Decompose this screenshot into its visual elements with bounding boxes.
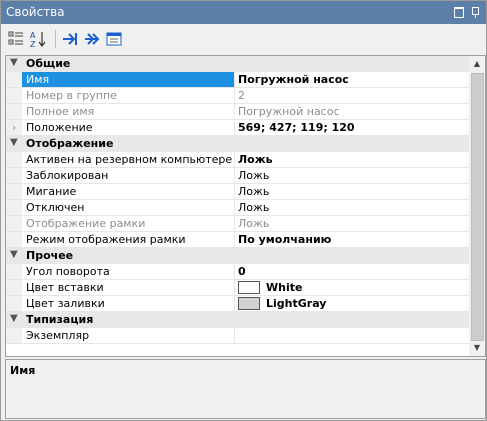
category-typing[interactable]: ▼ Типизация <box>6 312 469 328</box>
property-value[interactable]: LightGray <box>266 297 466 310</box>
scroll-thumb[interactable] <box>471 73 484 341</box>
categorized-icon[interactable] <box>7 30 25 48</box>
category-general[interactable]: ▼ Общие <box>6 56 469 72</box>
property-name: Заблокирован <box>26 169 109 182</box>
category-label: Отображение <box>26 137 114 150</box>
property-value[interactable]: 0 <box>238 265 466 278</box>
property-row-insert-color[interactable]: Цвет вставки White <box>6 280 469 296</box>
property-pages-icon[interactable] <box>105 30 123 48</box>
description-panel: Имя <box>5 359 486 419</box>
pin-icon[interactable] <box>470 6 482 18</box>
property-row-disabled[interactable]: Отключен Ложь <box>6 200 469 216</box>
property-value[interactable]: Ложь <box>238 201 466 214</box>
property-value[interactable]: По умолчанию <box>238 233 466 246</box>
scroll-up-icon[interactable]: ▲ <box>469 56 485 72</box>
color-swatch <box>238 281 260 294</box>
property-name: Режим отображения рамки <box>26 233 186 246</box>
property-row-frame-display[interactable]: Отображение рамки Ложь <box>6 216 469 232</box>
chevron-down-icon[interactable]: ▼ <box>10 57 18 68</box>
sort-alpha-icon[interactable]: A Z <box>29 30 47 48</box>
property-row-position[interactable]: › Положение 569; 427; 119; 120 <box>6 120 469 136</box>
color-swatch <box>238 297 260 310</box>
property-row-rotation[interactable]: Угол поворота 0 <box>6 264 469 280</box>
chevron-down-icon[interactable]: ▼ <box>10 249 18 260</box>
category-label: Общие <box>26 57 71 70</box>
property-value[interactable]: Ложь <box>238 153 466 166</box>
property-value[interactable]: Ложь <box>238 169 466 182</box>
vertical-scrollbar[interactable]: ▲ ▼ <box>469 56 485 356</box>
property-value: Ложь <box>238 217 270 230</box>
property-name: Цвет вставки <box>26 281 104 294</box>
property-name: Мигание <box>26 185 77 198</box>
property-name: Экземпляр <box>26 329 90 342</box>
maximize-icon[interactable] <box>453 6 465 18</box>
toolbar-separator <box>55 30 56 48</box>
property-name: Угол поворота <box>26 265 110 278</box>
property-row-name[interactable]: Имя Погружной насос <box>6 72 469 88</box>
svg-text:A: A <box>30 31 36 40</box>
chevron-down-icon[interactable]: ▼ <box>10 313 18 324</box>
property-name: Отключен <box>26 201 85 214</box>
property-name: Отображение рамки <box>26 217 146 230</box>
property-name: Номер в группе <box>26 89 117 102</box>
chevron-down-icon[interactable]: ▼ <box>10 137 18 148</box>
property-row-frame-mode[interactable]: Режим отображения рамки По умолчанию <box>6 232 469 248</box>
property-name: Полное имя <box>26 105 95 118</box>
property-value[interactable]: White <box>266 281 466 294</box>
svg-text:Z: Z <box>30 40 36 48</box>
property-row-instance[interactable]: Экземпляр <box>6 328 469 344</box>
property-grid: ▼ Общие Имя Погружной насос Номер в груп… <box>5 55 486 357</box>
toolbar: A Z <box>1 24 486 53</box>
property-value: 2 <box>238 89 245 102</box>
property-row-fill-color[interactable]: Цвет заливки LightGray <box>6 296 469 312</box>
property-name: Цвет заливки <box>26 297 105 310</box>
property-name: Имя <box>26 73 50 86</box>
category-label: Типизация <box>26 313 94 326</box>
property-value[interactable]: 569; 427; 119; 120 <box>238 121 466 134</box>
category-display[interactable]: ▼ Отображение <box>6 136 469 152</box>
properties-window: Свойства A Z ▼ Общие Имя Погружной насос… <box>0 0 487 421</box>
property-value: Погружной насос <box>238 105 340 118</box>
scroll-down-icon[interactable]: ▼ <box>469 340 485 356</box>
expand-icon[interactable] <box>61 30 79 48</box>
property-name: Активен на резервном компьютере <box>26 153 233 166</box>
title-bar: Свойства <box>1 1 486 24</box>
property-row-active-backup[interactable]: Активен на резервном компьютере Ложь <box>6 152 469 168</box>
property-value[interactable]: Ложь <box>238 185 466 198</box>
category-label: Прочее <box>26 249 74 262</box>
property-row-blinking[interactable]: Мигание Ложь <box>6 184 469 200</box>
property-row-group-number[interactable]: Номер в группе 2 <box>6 88 469 104</box>
property-value[interactable]: Погружной насос <box>238 73 466 86</box>
chevron-right-icon[interactable]: › <box>12 121 16 134</box>
description-title: Имя <box>10 364 36 377</box>
property-name: Положение <box>26 121 93 134</box>
property-row-full-name[interactable]: Полное имя Погружной насос <box>6 104 469 120</box>
window-title: Свойства <box>6 5 65 19</box>
collapse-icon[interactable] <box>83 30 101 48</box>
category-other[interactable]: ▼ Прочее <box>6 248 469 264</box>
property-row-locked[interactable]: Заблокирован Ложь <box>6 168 469 184</box>
